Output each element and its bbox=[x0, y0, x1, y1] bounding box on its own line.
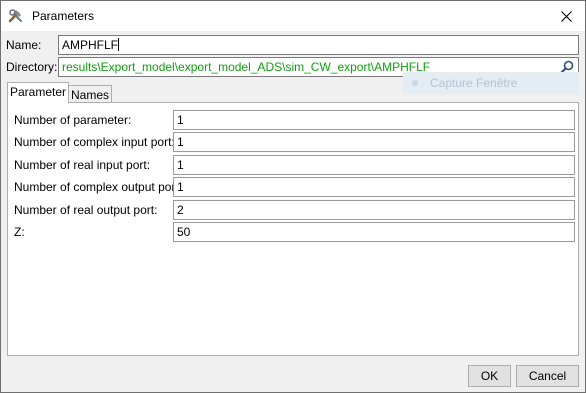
window-title: Parameters bbox=[32, 9, 95, 23]
capture-text: Capture Fenêtre bbox=[430, 76, 518, 90]
name-field[interactable]: AMPHFLF bbox=[58, 35, 579, 55]
parameter-panel: Number of parameter: 1 Number of complex… bbox=[7, 102, 579, 356]
record-dot-icon bbox=[412, 80, 418, 86]
tools-icon bbox=[8, 8, 24, 24]
param-label-real-input-port: Number of real input port: bbox=[14, 158, 151, 172]
param-input-number-of-parameter[interactable]: 1 bbox=[173, 110, 575, 130]
close-icon bbox=[560, 10, 572, 22]
param-label-z: Z: bbox=[14, 225, 25, 239]
param-label-number-of-parameter: Number of parameter: bbox=[14, 113, 132, 127]
param-input-complex-input-port[interactable]: 1 bbox=[173, 132, 575, 152]
tab-parameter[interactable]: Parameter bbox=[7, 82, 69, 103]
ok-button[interactable]: OK bbox=[468, 365, 511, 387]
param-input-z[interactable]: 50 bbox=[173, 222, 575, 242]
param-label-real-output-port: Number of real output port: bbox=[14, 203, 158, 217]
parameters-dialog: Parameters Name: AMPHFLF Directory: resu… bbox=[0, 0, 586, 393]
param-label-complex-input-port: Number of complex input port: bbox=[14, 135, 175, 149]
text-cursor bbox=[118, 38, 120, 51]
title-bar: Parameters bbox=[1, 1, 585, 31]
name-value: AMPHFLF bbox=[62, 38, 119, 52]
param-input-real-input-port[interactable]: 1 bbox=[173, 155, 575, 175]
close-button[interactable] bbox=[556, 6, 576, 26]
capture-overlay: Capture Fenêtre bbox=[403, 72, 579, 94]
directory-value: results\Export_model\export_model_ADS\si… bbox=[62, 60, 431, 74]
name-label: Name: bbox=[6, 38, 42, 52]
param-label-complex-output-port: Number of complex output port: bbox=[14, 180, 183, 194]
directory-label: Directory: bbox=[6, 60, 58, 74]
cancel-button[interactable]: Cancel bbox=[516, 365, 579, 387]
param-input-complex-output-port[interactable]: 1 bbox=[173, 177, 575, 197]
param-input-real-output-port[interactable]: 2 bbox=[173, 200, 575, 220]
